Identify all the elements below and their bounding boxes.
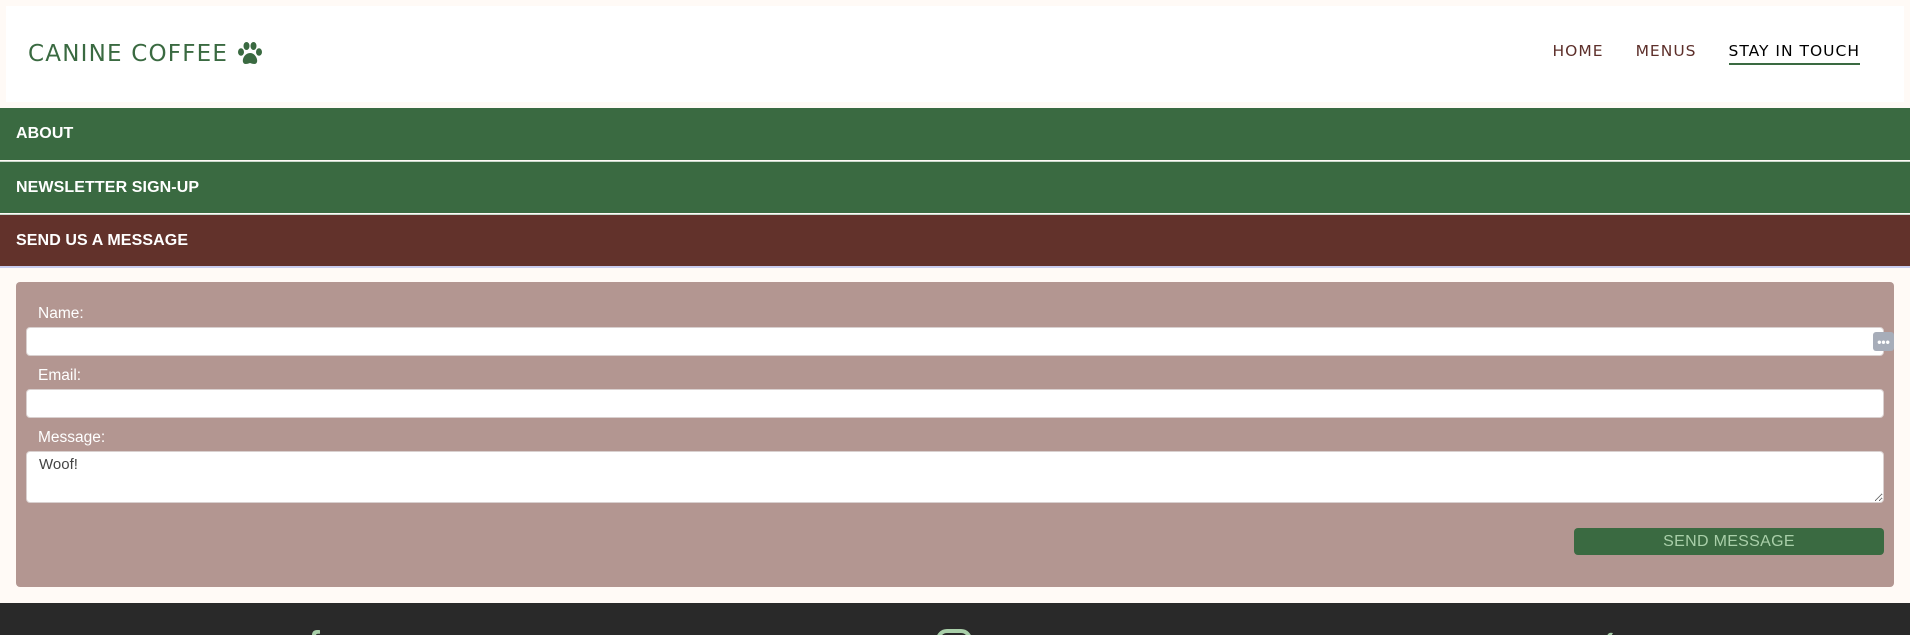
instagram-icon[interactable] xyxy=(937,628,971,635)
autofill-icon[interactable]: ••• xyxy=(1873,332,1894,351)
twitter-icon[interactable] xyxy=(1592,628,1616,635)
nav-home[interactable]: HOME xyxy=(1553,42,1604,65)
paw-icon xyxy=(238,42,263,64)
main-nav: HOME MENUS STAY IN TOUCH xyxy=(1553,42,1860,65)
brand-name: CANINE COFFEE xyxy=(28,41,229,67)
accordion-newsletter[interactable]: NEWSLETTER SIGN-UP xyxy=(0,161,1910,213)
site-footer xyxy=(0,603,1910,635)
message-label: Message: xyxy=(38,429,106,446)
send-message-button[interactable]: SEND MESSAGE xyxy=(1574,528,1884,555)
email-input[interactable] xyxy=(26,389,1884,418)
message-form: Name: Email: Message: Woof! SEND MESSAGE xyxy=(16,282,1894,587)
name-input[interactable] xyxy=(26,327,1884,356)
brand-logo[interactable]: CANINE COFFEE xyxy=(28,34,264,74)
email-label: Email: xyxy=(38,367,82,384)
nav-menus[interactable]: MENUS xyxy=(1636,42,1697,65)
nav-stay-in-touch[interactable]: STAY IN TOUCH xyxy=(1728,42,1860,65)
name-label: Name: xyxy=(38,305,84,322)
accordion-send-message[interactable]: SEND US A MESSAGE xyxy=(0,214,1910,268)
facebook-icon[interactable] xyxy=(302,628,326,635)
header-bar: CANINE COFFEE HOME MENUS STAY IN TOUCH xyxy=(6,6,1904,102)
message-textarea[interactable]: Woof! xyxy=(26,451,1884,503)
accordion-about[interactable]: ABOUT xyxy=(0,108,1910,160)
site-header: CANINE COFFEE HOME MENUS STAY IN TOUCH xyxy=(0,0,1910,108)
